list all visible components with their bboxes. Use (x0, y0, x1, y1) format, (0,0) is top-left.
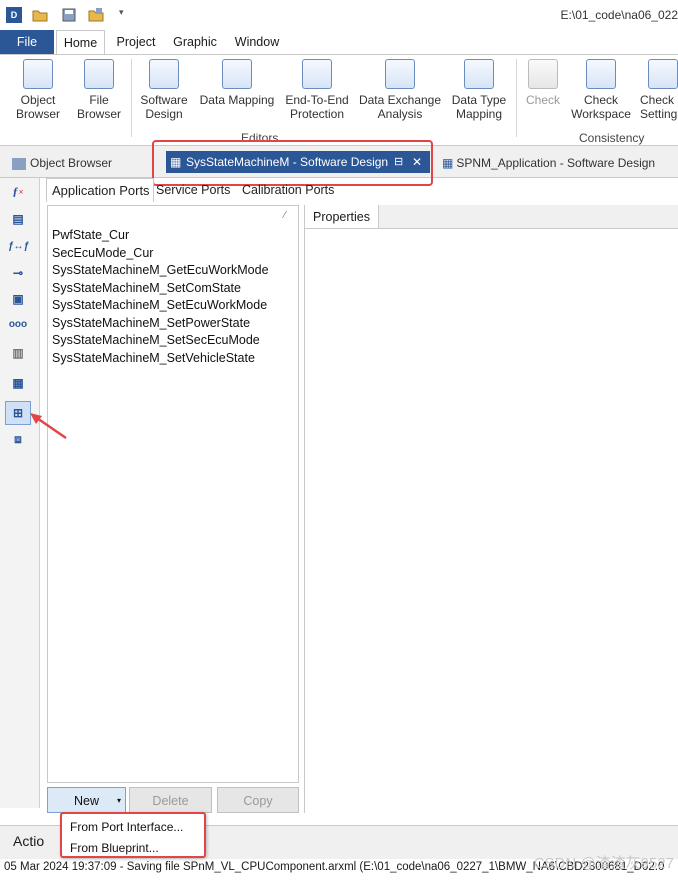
runnables-icon[interactable]: ooo (8, 316, 28, 334)
function-mapping-icon[interactable]: ƒ↔ƒ (8, 238, 29, 256)
data-exchange-analysis-label: Data Exchange Analysis (358, 93, 442, 121)
dropdown-arrow-icon[interactable]: ▾ (117, 788, 121, 814)
copy-button[interactable]: Copy (217, 787, 299, 813)
quick-access-dropdown-icon[interactable]: ▾ (119, 7, 135, 23)
file-path: E:\01_code\na06_022 (560, 8, 678, 22)
object-browser-icon (23, 59, 53, 89)
list-item[interactable]: SysStateMachineM_SetComState (52, 281, 241, 295)
tab-spnm-label: SPNM_Application - Software Design (456, 156, 656, 170)
data-mapping-icon (222, 59, 252, 89)
menu-bar: File Home Project Graphic Window (0, 30, 678, 54)
left-toolbar: ƒ× ▤ ƒ↔ƒ ⊸ ▣ ooo ▥ ▦ ⊞ ⧈ (0, 178, 40, 808)
ribbon-divider (131, 59, 132, 137)
save-all-icon[interactable] (88, 7, 104, 23)
title-bar: D ▾ E:\01_code\na06_022 (0, 0, 678, 30)
check-workspace-button[interactable]: Check Workspace (568, 59, 634, 121)
watermark: CSDN @渣渣灰9527 (533, 855, 674, 872)
software-design-label: Software Design (140, 93, 188, 121)
data-element-icon[interactable]: ▥ (8, 344, 28, 362)
data-mapping-button[interactable]: Data Mapping (196, 59, 278, 107)
menu-item-from-port-interface[interactable]: From Port Interface... (70, 820, 183, 834)
list-item[interactable]: SysStateMachineM_SetEcuWorkMode (52, 298, 267, 312)
action-panel-title: Actio (13, 833, 45, 849)
list-item[interactable]: SecEcuMode_Cur (52, 246, 153, 260)
check-label: Check (525, 93, 560, 107)
component-icon[interactable]: ▤ (8, 210, 28, 228)
end-to-end-protection-label: End-To-End Protection (285, 93, 349, 121)
ribbon: Object Browser File Browser Software Des… (0, 54, 678, 146)
menu-item-from-blueprint[interactable]: From Blueprint... (70, 841, 159, 855)
menu-project[interactable]: Project (110, 30, 162, 54)
object-browser-tab-icon (12, 157, 26, 170)
delete-button[interactable]: Delete (129, 787, 212, 813)
data-exchange-analysis-button[interactable]: Data Exchange Analysis (356, 59, 444, 121)
check-icon (528, 59, 558, 89)
object-browser-label: Object Browser (15, 93, 60, 121)
file-browser-button[interactable]: File Browser (72, 59, 126, 121)
check-workspace-icon (586, 59, 616, 89)
ecu-component-icon[interactable]: ⧈ (8, 430, 28, 448)
new-dropdown-menu: From Port Interface... From Blueprint... (60, 812, 206, 858)
list-item[interactable]: SysStateMachineM_SetVehicleState (52, 351, 255, 365)
new-button-label: New (73, 794, 99, 808)
check-settings-button[interactable]: Check Settings (640, 59, 678, 121)
data-type-mapping-icon (464, 59, 494, 89)
interface-icon[interactable]: ▦ (8, 374, 28, 392)
ribbon-divider (516, 59, 517, 137)
tab-calibration-ports[interactable]: Calibration Ports (242, 178, 346, 202)
file-browser-label: File Browser (76, 93, 121, 121)
application-ports-icon[interactable]: ⊞ (8, 404, 28, 422)
end-to-end-protection-icon (302, 59, 332, 89)
tab-object-browser-label: Object Browser (30, 156, 113, 170)
object-browser-button[interactable]: Object Browser (6, 59, 70, 121)
tab-application-ports[interactable]: Application Ports (46, 178, 154, 202)
software-design-tab-icon: ▦ (442, 156, 454, 170)
check-workspace-label: Check Workspace (571, 93, 631, 121)
port-list: ⁄ PwfState_Cur SecEcuMode_Cur SysStateMa… (47, 205, 299, 783)
tab-service-ports[interactable]: Service Ports (156, 178, 238, 202)
data-exchange-analysis-icon (385, 59, 415, 89)
properties-pane (304, 205, 678, 813)
menu-file[interactable]: File (0, 30, 54, 54)
software-design-button[interactable]: Software Design (136, 59, 192, 121)
list-item[interactable]: SysStateMachineM_SetSecEcuMode (52, 333, 260, 347)
list-item[interactable]: PwfState_Cur (52, 228, 129, 242)
new-button[interactable]: New ▾ (47, 787, 126, 813)
file-browser-icon (84, 59, 114, 89)
sort-icon[interactable]: ⁄ (284, 210, 286, 221)
red-arrow-annotation (30, 413, 67, 440)
list-item[interactable]: SysStateMachineM_SetPowerState (52, 316, 250, 330)
tab-spnm-application-software-design[interactable]: ▦ SPNM_Application - Software Design (442, 152, 655, 174)
data-type-mapping-label: Data Type Mapping (451, 93, 507, 121)
tab-properties[interactable]: Properties (305, 205, 379, 229)
list-item[interactable]: SysStateMachineM_GetEcuWorkMode (52, 263, 269, 277)
check-settings-icon (648, 59, 678, 89)
port-group-icon[interactable]: ▣ (8, 290, 28, 308)
data-mapping-label: Data Mapping (199, 93, 275, 107)
data-type-mapping-button[interactable]: Data Type Mapping (447, 59, 511, 121)
software-design-icon (149, 59, 179, 89)
port-connector-icon[interactable]: ⊸ (8, 264, 28, 282)
group-consistency-label: Consistency (579, 131, 645, 145)
check-settings-label: Check Settings (640, 93, 678, 121)
properties-header (379, 205, 678, 229)
end-to-end-protection-button[interactable]: End-To-End Protection (282, 59, 352, 121)
menu-window[interactable]: Window (228, 30, 286, 54)
menu-home[interactable]: Home (56, 30, 105, 54)
save-icon[interactable] (61, 7, 77, 23)
tab-object-browser[interactable]: Object Browser (12, 152, 112, 174)
check-button[interactable]: Check (522, 59, 564, 107)
menu-graphic[interactable]: Graphic (168, 30, 222, 54)
function-icon[interactable]: ƒ× (8, 182, 28, 200)
open-folder-icon[interactable] (32, 7, 48, 23)
app-logo-icon: D (6, 7, 22, 23)
